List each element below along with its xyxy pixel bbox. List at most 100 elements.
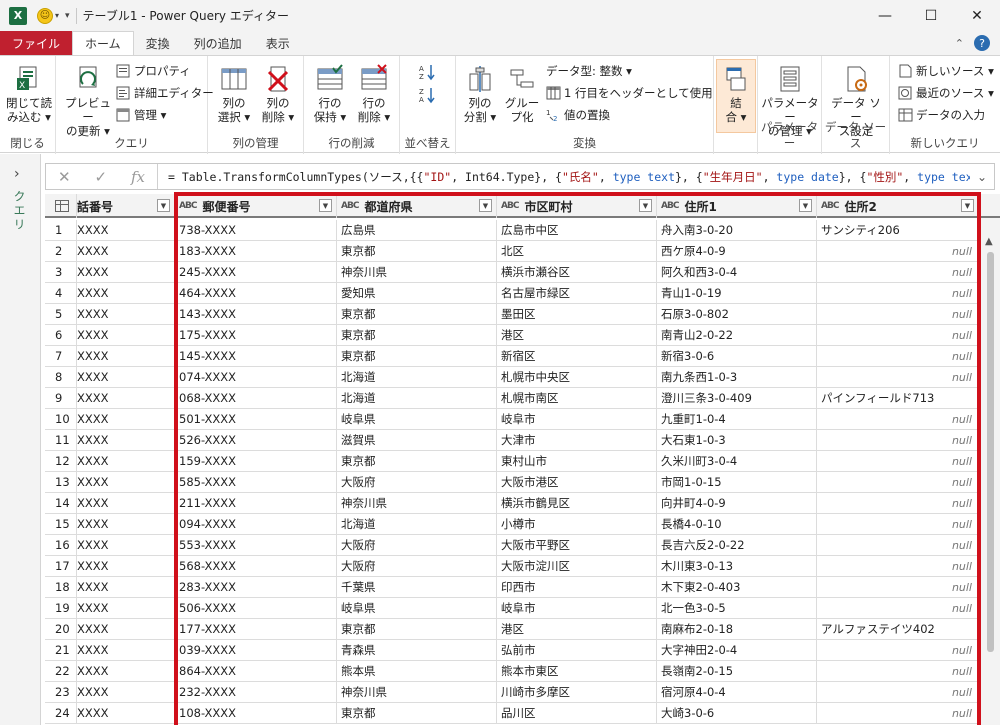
cell-postal-code[interactable]: 283-XXXX [175,577,337,598]
row-number[interactable]: 13 [45,472,77,493]
cell-postal-code[interactable]: 094-XXXX [175,514,337,535]
properties-button[interactable]: プロパティ [116,63,191,79]
new-source-button[interactable]: 新しいソース ▾ [898,63,994,79]
cell-postal-code[interactable]: 145-XXXX [175,346,337,367]
cell-postal-code[interactable]: 211-XXXX [175,493,337,514]
cell-address2[interactable]: null [817,472,979,493]
column-header-address1[interactable]: ABC 住所1 ▼ [657,194,817,218]
cell-phone[interactable]: XXXX [77,703,175,724]
cell-city[interactable]: 弘前市 [497,640,657,661]
cell-city[interactable]: 印西市 [497,577,657,598]
cell-phone[interactable]: XXXX [77,283,175,304]
cell-postal-code[interactable]: 585-XXXX [175,472,337,493]
row-number[interactable]: 8 [45,367,77,388]
cell-address2[interactable]: null [817,304,979,325]
cell-address1[interactable]: 九重町1-0-4 [657,409,817,430]
function-icon[interactable]: fx [131,168,145,186]
recent-sources-button[interactable]: 最近のソース ▾ [898,85,994,101]
cell-address2[interactable]: null [817,430,979,451]
row-number[interactable]: 11 [45,430,77,451]
cell-city[interactable]: 大阪市平野区 [497,535,657,556]
cell-address1[interactable]: 阿久和西3-0-4 [657,262,817,283]
remove-rows-button[interactable]: 行の 削除 ▾ [354,64,394,124]
cell-prefecture[interactable]: 大阪府 [337,556,497,577]
cell-address2[interactable]: null [817,262,979,283]
cell-address1[interactable]: 青山1-0-19 [657,283,817,304]
cell-phone[interactable]: XXXX [77,325,175,346]
cell-address1[interactable]: 長橋4-0-10 [657,514,817,535]
cell-prefecture[interactable]: 東京都 [337,451,497,472]
text-type-icon[interactable]: ABC [341,201,359,211]
cell-address1[interactable]: 新宿3-0-6 [657,346,817,367]
row-number[interactable]: 5 [45,304,77,325]
chevron-down-icon[interactable]: ▾ [55,11,59,20]
cell-city[interactable]: 札幌市中央区 [497,367,657,388]
cell-address1[interactable]: 舟入南3-0-20 [657,220,817,241]
cancel-icon[interactable]: ✕ [58,168,71,186]
cell-address2[interactable]: null [817,535,979,556]
cell-postal-code[interactable]: 159-XXXX [175,451,337,472]
cell-address2[interactable]: アルファステイツ402 [817,619,979,640]
cell-postal-code[interactable]: 501-XXXX [175,409,337,430]
refresh-preview-button[interactable]: プレビュー の更新 ▾ [62,64,114,138]
column-header-postal-code[interactable]: ABC 郵便番号 ▼ [175,194,337,218]
column-filter-dropdown-icon[interactable]: ▼ [479,199,492,212]
text-type-icon[interactable]: ABC [661,201,679,211]
cell-address1[interactable]: 木下東2-0-403 [657,577,817,598]
cell-city[interactable]: 大阪市淀川区 [497,556,657,577]
cell-phone[interactable]: XXXX [77,556,175,577]
cell-address1[interactable]: 南青山2-0-22 [657,325,817,346]
cell-city[interactable]: 品川区 [497,703,657,724]
cell-prefecture[interactable]: 東京都 [337,703,497,724]
cell-postal-code[interactable]: 143-XXXX [175,304,337,325]
cell-phone[interactable]: XXXX [77,598,175,619]
cell-prefecture[interactable]: 愛知県 [337,283,497,304]
tab-view[interactable]: 表示 [254,31,302,55]
confirm-icon[interactable]: ✓ [94,168,107,186]
cell-prefecture[interactable]: 大阪府 [337,535,497,556]
cell-address1[interactable]: 北一色3-0-5 [657,598,817,619]
cell-prefecture[interactable]: 神奈川県 [337,493,497,514]
cell-address1[interactable]: 南九条西1-0-3 [657,367,817,388]
cell-address1[interactable]: 長吉六反2-0-22 [657,535,817,556]
combine-button[interactable]: 結 合 ▾ [718,64,754,124]
cell-city[interactable]: 川崎市多摩区 [497,682,657,703]
row-number[interactable]: 4 [45,283,77,304]
cell-prefecture[interactable]: 北海道 [337,367,497,388]
cell-city[interactable]: 東村山市 [497,451,657,472]
row-number[interactable]: 16 [45,535,77,556]
row-number[interactable]: 23 [45,682,77,703]
cell-phone[interactable]: XXXX [77,346,175,367]
cell-prefecture[interactable]: 滋賀県 [337,430,497,451]
cell-address1[interactable]: 木川東3-0-13 [657,556,817,577]
cell-phone[interactable]: XXXX [77,661,175,682]
manage-button[interactable]: 管理 ▾ [116,107,166,123]
tab-transform[interactable]: 変換 [134,31,182,55]
column-header-phone[interactable]: 話番号 ▼ [77,194,175,218]
close-and-load-button[interactable]: X 閉じて読 み込む ▾ [6,64,52,124]
group-by-button[interactable]: グルー プ化 [502,64,542,124]
formula-input[interactable]: = Table.TransformColumnTypes(ソース,{{"ID",… [158,169,970,185]
cell-postal-code[interactable]: 568-XXXX [175,556,337,577]
cell-postal-code[interactable]: 526-XXXX [175,430,337,451]
query-pane-label[interactable]: クエリ [11,190,28,232]
cell-city[interactable]: 新宿区 [497,346,657,367]
keep-rows-button[interactable]: 行の 保持 ▾ [310,64,350,124]
cell-postal-code[interactable]: 864-XXXX [175,661,337,682]
row-number[interactable]: 7 [45,346,77,367]
cell-prefecture[interactable]: 東京都 [337,304,497,325]
cell-phone[interactable]: XXXX [77,241,175,262]
cell-prefecture[interactable]: 大阪府 [337,472,497,493]
cell-city[interactable]: 岐阜市 [497,409,657,430]
sort-ascending-button[interactable]: AZ [418,63,436,81]
feedback-smiley-icon[interactable]: ☺ [37,7,53,24]
column-filter-dropdown-icon[interactable]: ▼ [639,199,652,212]
cell-prefecture[interactable]: 青森県 [337,640,497,661]
cell-address2[interactable]: null [817,577,979,598]
cell-prefecture[interactable]: 神奈川県 [337,682,497,703]
cell-prefecture[interactable]: 岐阜県 [337,409,497,430]
cell-address1[interactable]: 久米川町3-0-4 [657,451,817,472]
column-header-address2[interactable]: ABC 住所2 ▼ [817,194,979,218]
cell-phone[interactable]: XXXX [77,514,175,535]
cell-prefecture[interactable]: 神奈川県 [337,262,497,283]
